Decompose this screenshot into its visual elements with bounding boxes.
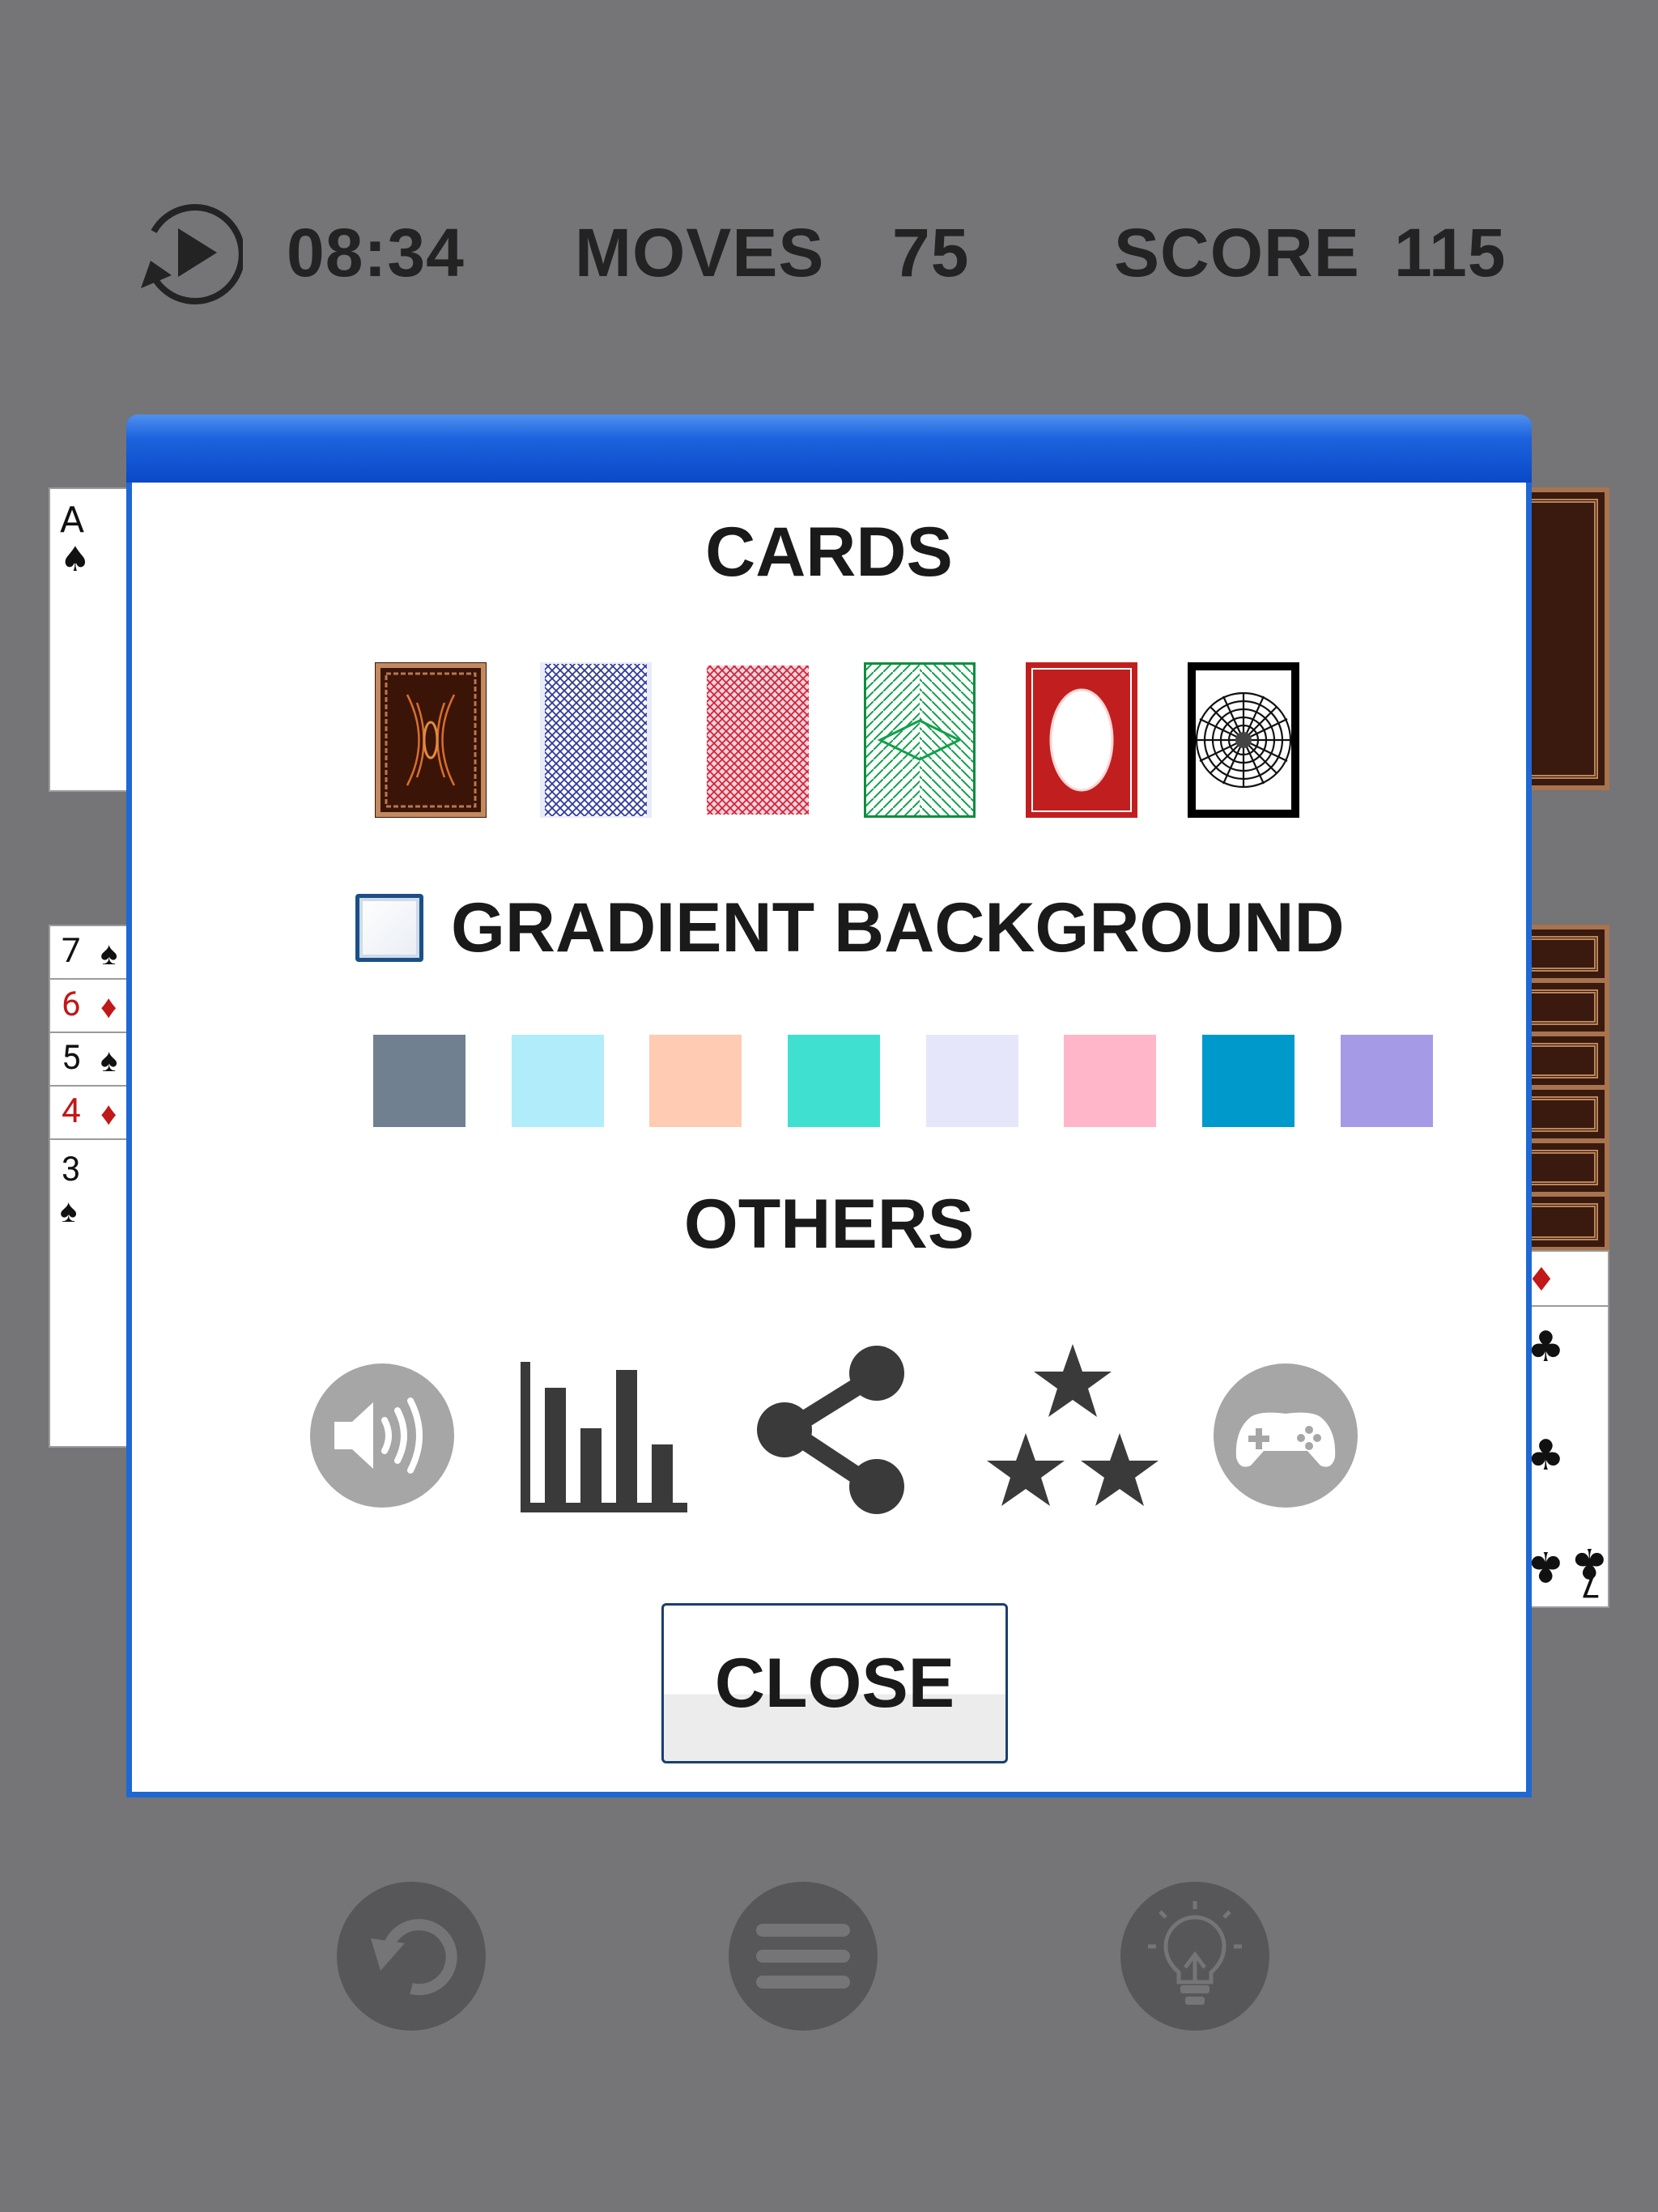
moves-label: MOVES [575,215,825,291]
cards-section-title: CARDS [705,513,953,591]
card-suit: ♠ [60,1192,78,1230]
settings-dialog: CARDS GRADIENT BACKGROUND OTHERS CLOSE [126,415,1532,1797]
card-rank: 7 [1580,1566,1601,1603]
card-back-option-black-spiral[interactable] [1188,662,1299,818]
close-button[interactable]: CLOSE [661,1603,1008,1763]
hint-lightbulb-icon [1148,1901,1242,2005]
bg-color-swatch-peach[interactable] [649,1035,742,1127]
undo-icon [371,1919,457,1996]
bg-color-swatch-pink[interactable] [1064,1035,1156,1127]
card-suit: ♦ [100,1095,117,1133]
gradient-background-label[interactable]: GRADIENT BACKGROUND [451,887,1345,968]
bg-color-swatch-lavender[interactable] [926,1035,1018,1127]
card-back-option-blue-diamond[interactable] [540,662,652,818]
score-value: 115 [1394,215,1507,291]
undo-button[interactable] [337,1882,486,2031]
others-section-title: OTHERS [683,1185,975,1263]
statistics-icon[interactable] [516,1359,692,1517]
card-rank: 6 [62,985,81,1024]
replay-icon[interactable] [136,199,245,306]
moves-value: 75 [892,215,970,291]
timer: 08:34 [287,215,465,291]
card-rank: 7 [62,931,81,971]
card-back-option-brown-ornate[interactable] [375,662,487,818]
sound-icon[interactable] [310,1363,454,1508]
menu-button[interactable] [729,1882,878,2031]
game-controller-icon[interactable] [1214,1363,1358,1508]
dialog-title-bar [126,415,1532,483]
bg-color-swatch-light-blue[interactable] [512,1035,604,1127]
card-rank: 3 [62,1150,81,1189]
club-icon: ♣ [1527,1323,1565,1372]
card-suit: ♠ [100,1041,118,1079]
club-icon: ♣ [1527,1431,1565,1480]
card-rank: 5 [62,1038,81,1078]
card-back-option-red-diamond[interactable] [702,662,814,818]
card-suit: ♠ [100,934,118,972]
card-back-option-red-oval[interactable] [1026,662,1137,818]
card-rank: 4 [62,1091,81,1131]
bg-color-swatch-turquoise[interactable] [788,1035,880,1127]
hint-button[interactable] [1120,1882,1269,2031]
card-suit: ♦ [100,988,117,1026]
club-icon: ♣ [1527,1542,1565,1590]
share-icon[interactable] [755,1344,908,1516]
card-rank: A [60,500,85,541]
bg-color-swatch-purple[interactable] [1341,1035,1433,1127]
menu-icon [756,1924,850,1989]
card-back-option-green-chevron[interactable] [864,662,976,818]
rate-stars-icon[interactable] [980,1339,1165,1516]
gradient-background-checkbox[interactable] [355,894,423,962]
card-suit: ♠ [60,539,91,579]
bg-color-swatch-slate[interactable] [373,1035,466,1127]
score-label: SCORE [1114,215,1360,291]
bg-color-swatch-ocean-blue[interactable] [1202,1035,1295,1127]
